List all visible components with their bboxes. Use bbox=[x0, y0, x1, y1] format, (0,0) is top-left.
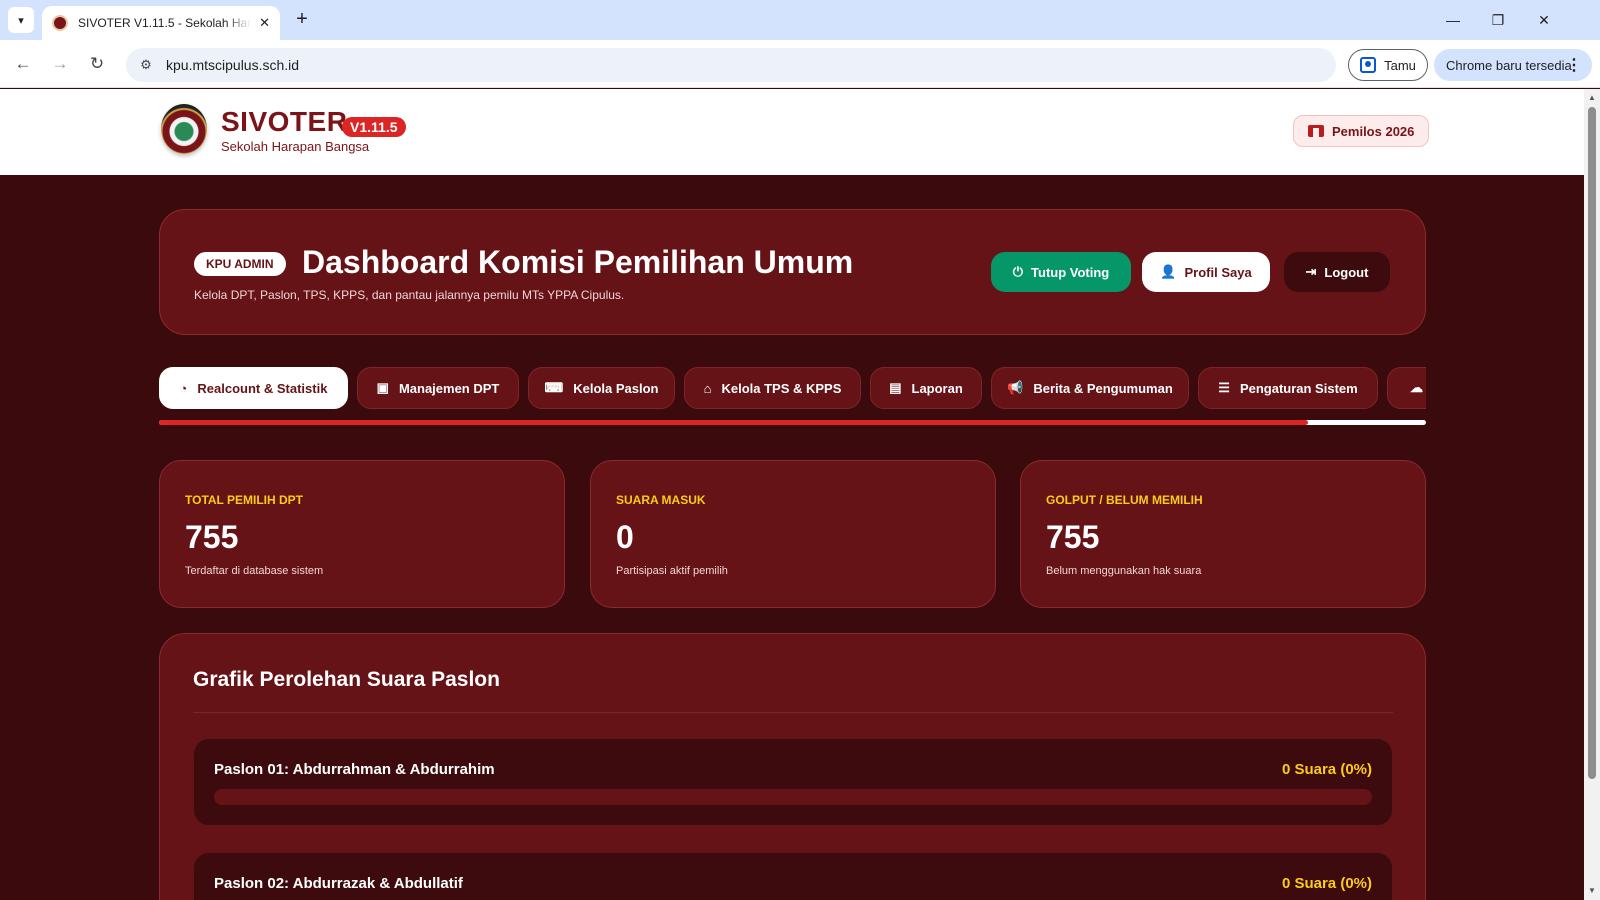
scroll-up-arrow-icon[interactable]: ▲ bbox=[1587, 93, 1597, 103]
stat-description: Partisipasi aktif pemilih bbox=[616, 565, 728, 577]
page-viewport: SIVOTER V1.11.5 Sekolah Harapan Bangsa P… bbox=[0, 89, 1584, 900]
browser-tab-title: SIVOTER V1.11.5 - Sekolah Harapan Bangsa bbox=[78, 16, 252, 30]
dashboard-hero: KPU ADMIN Dashboard Komisi Pemilihan Umu… bbox=[159, 209, 1426, 335]
sliders-icon: ☰ bbox=[1218, 380, 1230, 395]
page-title: Dashboard Komisi Pemilihan Umum bbox=[302, 244, 854, 280]
site-info-tune-icon[interactable]: ⚙ bbox=[138, 57, 154, 73]
power-icon: ⏻ bbox=[1012, 264, 1024, 279]
stat-value: 0 bbox=[616, 519, 634, 555]
chart-divider bbox=[193, 712, 1393, 713]
landmark-icon: ⌂ bbox=[703, 380, 712, 396]
close-voting-button[interactable]: ⏻ Tutup Voting bbox=[991, 252, 1131, 292]
tab-kelola-tps[interactable]: ⌂ Kelola TPS & KPPS bbox=[684, 367, 861, 409]
tab-laporan-label: Laporan bbox=[911, 380, 963, 396]
tab-manajemen-dpt-label: Manajemen DPT bbox=[398, 380, 500, 396]
role-badge: KPU ADMIN bbox=[194, 252, 286, 276]
tab-close-icon[interactable]: ✕ bbox=[259, 15, 270, 31]
kpu-favicon-icon bbox=[52, 15, 68, 31]
guest-profile-icon bbox=[1360, 57, 1377, 73]
school-building-icon bbox=[1308, 125, 1324, 137]
my-profile-label: Profil Saya bbox=[1184, 264, 1252, 280]
user-gear-icon: 👤 bbox=[1160, 264, 1177, 279]
paslon-name: Paslon 01: Abdurrahman & Abdurrahim bbox=[214, 761, 495, 778]
minimize-icon[interactable]: — bbox=[1438, 8, 1468, 32]
paslon-row-01: Paslon 01: Abdurrahman & Abdurrahim 0 Su… bbox=[193, 738, 1393, 826]
window-close-icon[interactable]: ✕ bbox=[1529, 8, 1559, 32]
close-voting-label: Tutup Voting bbox=[1031, 264, 1110, 280]
paslon-row-02: Paslon 02: Abdurrazak & Abdullatif 0 Sua… bbox=[193, 852, 1393, 900]
profile-button[interactable]: Tamu bbox=[1348, 49, 1428, 81]
kpu-logo-icon bbox=[161, 104, 207, 154]
stat-card-suara-masuk: SUARA MASUK 0 Partisipasi aktif pemilih bbox=[590, 460, 996, 608]
page-subtitle: Kelola DPT, Paslon, TPS, KPPS, dan panta… bbox=[194, 288, 625, 302]
stat-description: Belum menggunakan hak suara bbox=[1046, 565, 1202, 577]
tab-realcount[interactable]: ◔ Realcount & Statistik bbox=[159, 367, 348, 409]
logout-label: Logout bbox=[1324, 264, 1369, 280]
dashboard-tabs: ◔ Realcount & Statistik ▣ Manajemen DPT … bbox=[159, 367, 1426, 411]
pie-chart-icon: ◔ bbox=[179, 380, 188, 396]
site-header: SIVOTER V1.11.5 Sekolah Harapan Bangsa P… bbox=[0, 89, 1584, 175]
paslon-votes: 0 Suara (0%) bbox=[1281, 875, 1372, 892]
tab-realcount-label: Realcount & Statistik bbox=[197, 380, 328, 396]
tab-search-chevron-icon[interactable]: ▾ bbox=[8, 7, 34, 33]
scroll-thumb[interactable] bbox=[1588, 107, 1596, 779]
keyboard-icon: ⌨ bbox=[544, 380, 564, 395]
tab-berita[interactable]: 📢 Berita & Pengumuman bbox=[991, 367, 1189, 409]
tab-berita-label: Berita & Pengumuman bbox=[1033, 380, 1173, 396]
kebab-menu-icon[interactable]: ⋮ bbox=[1566, 55, 1582, 75]
vote-chart-panel: Grafik Perolehan Suara Paslon Paslon 01:… bbox=[159, 633, 1426, 900]
forward-arrow-icon[interactable]: → bbox=[47, 51, 73, 77]
stat-label: GOLPUT / BELUM MEMILIH bbox=[1046, 493, 1203, 507]
reload-icon[interactable]: ↻ bbox=[84, 51, 110, 77]
chart-title: Grafik Perolehan Suara Paslon bbox=[193, 668, 500, 691]
tabs-scroll-thumb[interactable] bbox=[159, 420, 1309, 425]
restore-icon[interactable]: ❐ bbox=[1483, 8, 1513, 32]
tab-pengaturan-label: Pengaturan Sistem bbox=[1239, 380, 1358, 396]
my-profile-button[interactable]: 👤 Profil Saya bbox=[1142, 252, 1270, 292]
chrome-update-button[interactable]: Chrome baru tersedia ⋮ bbox=[1434, 49, 1592, 81]
paslon-votes: 0 Suara (0%) bbox=[1281, 761, 1372, 778]
brand-name: SIVOTER bbox=[221, 106, 348, 137]
stat-value: 755 bbox=[185, 519, 239, 555]
address-bar[interactable]: ⚙ kpu.mtscipulus.sch.id bbox=[126, 48, 1336, 82]
scroll-down-arrow-icon[interactable]: ▼ bbox=[1587, 886, 1597, 896]
document-icon: ▤ bbox=[889, 380, 902, 395]
logout-icon: ⇥ bbox=[1305, 264, 1317, 279]
stat-card-golput: GOLPUT / BELUM MEMILIH 755 Belum menggun… bbox=[1020, 460, 1426, 608]
cloud-icon: ☁ bbox=[1410, 380, 1423, 395]
browser-tabstrip: ▾ SIVOTER V1.11.5 - Sekolah Harapan Bang… bbox=[0, 0, 1600, 40]
school-name: Sekolah Harapan Bangsa bbox=[221, 139, 370, 154]
tabs-scroll-track[interactable] bbox=[159, 420, 1426, 425]
tab-kelola-tps-label: Kelola TPS & KPPS bbox=[721, 380, 842, 396]
id-card-icon: ▣ bbox=[376, 380, 389, 395]
tab-laporan[interactable]: ▤ Laporan bbox=[870, 367, 982, 409]
logout-button[interactable]: ⇥ Logout bbox=[1284, 252, 1390, 292]
event-chip-label: Pemilos 2026 bbox=[1332, 123, 1415, 139]
stat-card-total-dpt: TOTAL PEMILIH DPT 755 Terdaftar di datab… bbox=[159, 460, 565, 608]
browser-tab[interactable]: SIVOTER V1.11.5 - Sekolah Harapan Bangsa… bbox=[42, 6, 280, 40]
browser-toolbar: ← → ↻ ⚙ kpu.mtscipulus.sch.id Tamu Chrom… bbox=[0, 40, 1600, 88]
tab-pengaturan[interactable]: ☰ Pengaturan Sistem bbox=[1198, 367, 1378, 409]
stat-label: TOTAL PEMILIH DPT bbox=[185, 493, 304, 507]
paslon-name: Paslon 02: Abdurrazak & Abdullatif bbox=[214, 875, 463, 892]
tab-manajemen-dpt[interactable]: ▣ Manajemen DPT bbox=[357, 367, 519, 409]
tab-kelola-paslon[interactable]: ⌨ Kelola Paslon bbox=[528, 367, 675, 409]
version-badge: V1.11.5 bbox=[342, 117, 406, 137]
back-arrow-icon[interactable]: ← bbox=[10, 51, 36, 77]
profile-label: Tamu bbox=[1384, 57, 1416, 73]
event-chip: Pemilos 2026 bbox=[1293, 115, 1430, 147]
new-tab-plus-icon[interactable]: + bbox=[290, 8, 314, 32]
stat-description: Terdaftar di database sistem bbox=[185, 565, 324, 577]
page-scrollbar[interactable]: ▲ ▼ bbox=[1584, 89, 1600, 900]
paslon-progress-track bbox=[214, 789, 1372, 805]
update-label: Chrome baru tersedia bbox=[1446, 57, 1572, 73]
tab-next-partial[interactable]: ☁ bbox=[1387, 367, 1426, 409]
stat-value: 755 bbox=[1046, 519, 1100, 555]
url-text[interactable]: kpu.mtscipulus.sch.id bbox=[166, 57, 299, 73]
megaphone-icon: 📢 bbox=[1007, 380, 1024, 395]
tab-kelola-paslon-label: Kelola Paslon bbox=[573, 380, 659, 396]
stat-label: SUARA MASUK bbox=[616, 493, 706, 507]
